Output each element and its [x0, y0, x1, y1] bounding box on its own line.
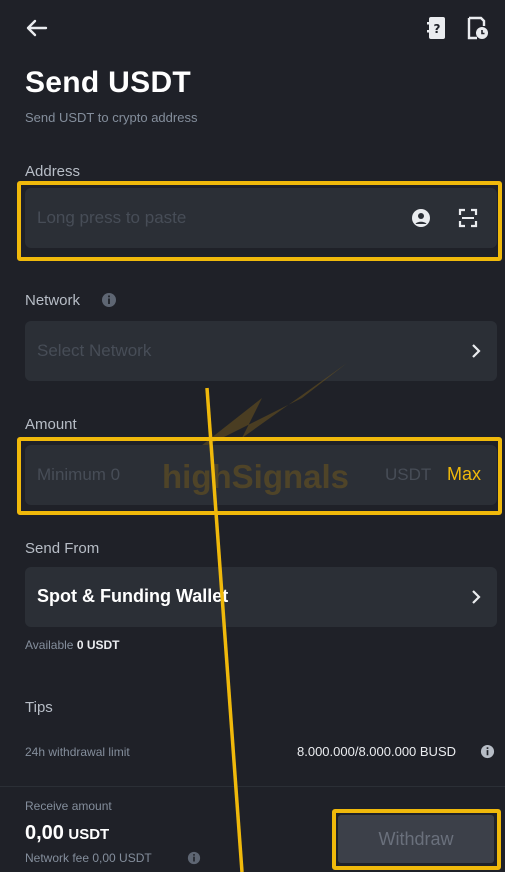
- back-arrow-icon[interactable]: [22, 14, 50, 42]
- receive-amount: 0,00 USDT: [25, 822, 109, 845]
- network-placeholder: Select Network: [37, 341, 152, 360]
- page-title: Send USDT: [25, 66, 192, 99]
- page-subtitle: Send USDT to crypto address: [25, 110, 198, 125]
- info-icon[interactable]: [101, 292, 117, 308]
- withdrawal-limit-value: 8.000.000/8.000.000 BUSD: [297, 744, 457, 759]
- amount-label: Amount: [25, 416, 77, 433]
- amount-highlight: [17, 437, 502, 515]
- svg-text:?: ?: [434, 22, 441, 36]
- chevron-right-icon: [472, 344, 481, 358]
- wallet-name: Spot & Funding Wallet: [37, 586, 229, 606]
- receive-amount-value: 0,00: [25, 822, 64, 844]
- tips-label: Tips: [25, 699, 53, 716]
- chevron-right-icon: [472, 590, 481, 604]
- wallet-select[interactable]: Spot & Funding Wallet: [25, 567, 497, 627]
- address-label: Address: [25, 163, 81, 180]
- address-highlight: [17, 181, 502, 261]
- available-value: 0 USDT: [76, 638, 120, 652]
- address-book-icon[interactable]: ?: [424, 14, 450, 42]
- info-icon[interactable]: [187, 851, 201, 865]
- withdrawal-limit-label: 24h withdrawal limit: [25, 745, 130, 759]
- network-fee: Network fee 0,00 USDT: [25, 851, 152, 865]
- receive-amount-unit: USDT: [68, 826, 110, 843]
- withdraw-highlight: [332, 809, 501, 870]
- available-label: Available: [25, 638, 74, 652]
- network-label: Network: [25, 292, 81, 309]
- history-icon[interactable]: [464, 14, 490, 42]
- info-icon[interactable]: [480, 744, 495, 759]
- footer-divider: [0, 786, 505, 787]
- available-balance: Available 0 USDT: [25, 638, 120, 652]
- receive-amount-label: Receive amount: [25, 799, 112, 813]
- send-from-label: Send From: [25, 540, 100, 557]
